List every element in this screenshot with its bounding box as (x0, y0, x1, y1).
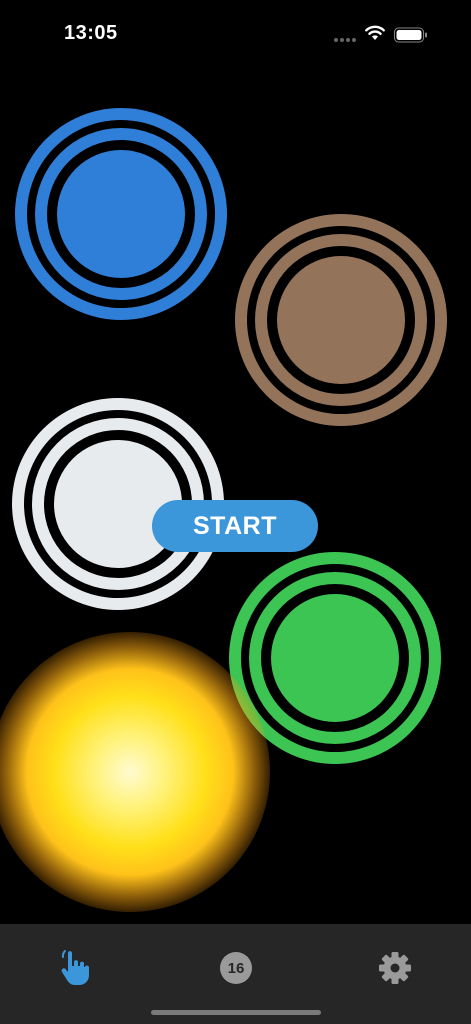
glowing-touch-target[interactable] (0, 632, 270, 912)
status-bar: 13:05 (0, 0, 471, 70)
count-badge: 16 (220, 952, 252, 984)
start-button[interactable]: START (152, 500, 318, 552)
tab-touch[interactable] (46, 938, 106, 998)
cellular-signal-icon (334, 38, 358, 44)
target-brown[interactable] (235, 214, 447, 426)
battery-icon (394, 27, 427, 43)
hand-pointer-icon (61, 950, 89, 985)
tab-count[interactable]: 16 (206, 938, 266, 998)
home-indicator (151, 1010, 321, 1015)
tab-bar: 16 (0, 924, 471, 1024)
status-time: 13:05 (64, 22, 118, 44)
tab-settings[interactable] (365, 938, 425, 998)
wifi-icon (365, 25, 385, 40)
gear-icon (379, 952, 411, 984)
target-blue[interactable] (15, 108, 227, 320)
